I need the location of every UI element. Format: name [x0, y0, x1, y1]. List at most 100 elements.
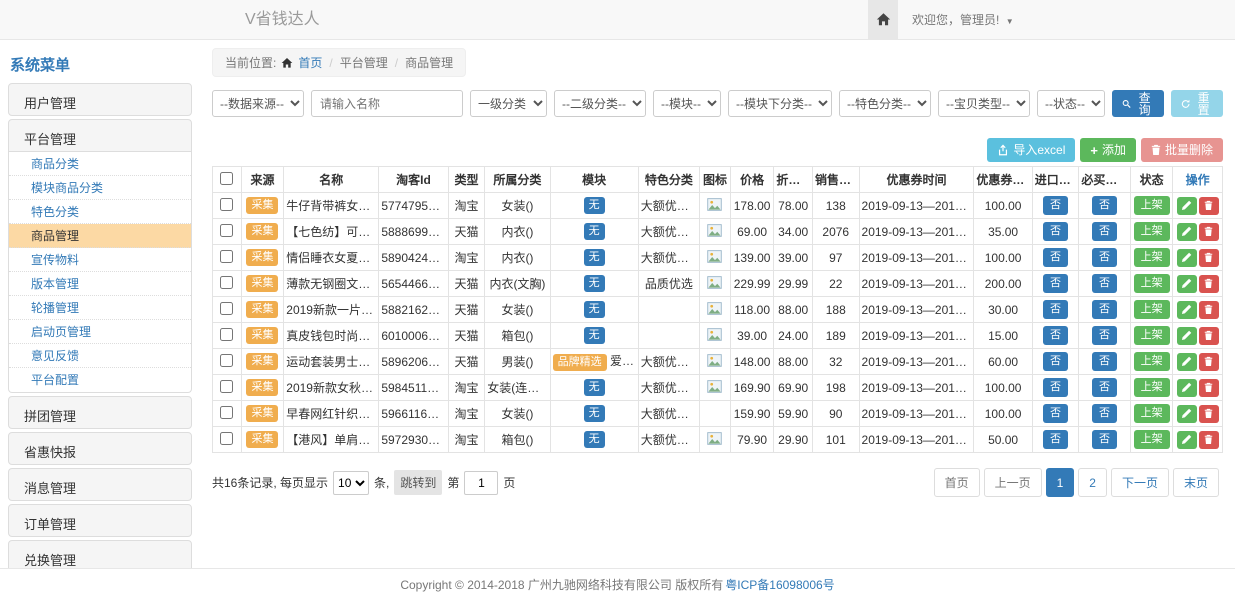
- sidebar-subitem[interactable]: 版本管理: [9, 272, 191, 296]
- row-checkbox[interactable]: [220, 432, 233, 445]
- must-buy-toggle-button[interactable]: 否: [1092, 378, 1117, 397]
- imported-toggle-button[interactable]: 否: [1043, 196, 1068, 215]
- filter-select-4[interactable]: --特色分类--: [839, 90, 931, 117]
- search-button[interactable]: 查询: [1112, 90, 1164, 117]
- icp-link[interactable]: 粤ICP备16098006号: [725, 576, 834, 593]
- edit-button[interactable]: [1177, 353, 1197, 371]
- must-buy-toggle-button[interactable]: 否: [1092, 352, 1117, 371]
- must-buy-toggle-button[interactable]: 否: [1092, 274, 1117, 293]
- row-checkbox[interactable]: [220, 276, 233, 289]
- filter-select-6[interactable]: --状态--: [1037, 90, 1105, 117]
- reset-button[interactable]: 重置: [1171, 90, 1223, 117]
- sidebar-item[interactable]: 省惠快报: [8, 432, 192, 465]
- sidebar-subitem[interactable]: 商品分类: [9, 152, 191, 176]
- row-checkbox[interactable]: [220, 380, 233, 393]
- sidebar-subitem[interactable]: 启动页管理: [9, 320, 191, 344]
- delete-button[interactable]: [1199, 405, 1219, 423]
- edit-button[interactable]: [1177, 431, 1197, 449]
- status-button[interactable]: 上架: [1134, 378, 1170, 397]
- delete-button[interactable]: [1199, 301, 1219, 319]
- sidebar-subitem[interactable]: 平台配置: [9, 368, 191, 392]
- sidebar-subitem[interactable]: 商品管理: [9, 224, 191, 248]
- row-checkbox[interactable]: [220, 250, 233, 263]
- page-button-首页[interactable]: 首页: [934, 468, 980, 497]
- imported-toggle-button[interactable]: 否: [1043, 326, 1068, 345]
- status-button[interactable]: 上架: [1134, 248, 1170, 267]
- page-button-末页[interactable]: 末页: [1173, 468, 1219, 497]
- batch-delete-button[interactable]: 批量删除: [1141, 138, 1223, 162]
- filter-select-0[interactable]: 一级分类: [470, 90, 547, 117]
- status-button[interactable]: 上架: [1134, 222, 1170, 241]
- row-checkbox[interactable]: [220, 224, 233, 237]
- row-checkbox[interactable]: [220, 302, 233, 315]
- sidebar-item-platform-mgmt[interactable]: 平台管理: [8, 119, 192, 152]
- delete-button[interactable]: [1199, 197, 1219, 215]
- must-buy-toggle-button[interactable]: 否: [1092, 430, 1117, 449]
- breadcrumb-home-link[interactable]: 首页: [298, 54, 322, 71]
- select-all-checkbox[interactable]: [220, 172, 233, 185]
- imported-toggle-button[interactable]: 否: [1043, 222, 1068, 241]
- imported-toggle-button[interactable]: 否: [1043, 404, 1068, 423]
- status-button[interactable]: 上架: [1134, 300, 1170, 319]
- filter-select-2[interactable]: --模块--: [653, 90, 721, 117]
- status-button[interactable]: 上架: [1134, 352, 1170, 371]
- filter-select-5[interactable]: --宝贝类型--: [938, 90, 1030, 117]
- source-select[interactable]: --数据来源--: [212, 90, 304, 117]
- sidebar-subitem[interactable]: 特色分类: [9, 200, 191, 224]
- sidebar-item[interactable]: 拼团管理: [8, 396, 192, 429]
- delete-button[interactable]: [1199, 275, 1219, 293]
- sidebar-item-user-mgmt[interactable]: 用户管理: [8, 83, 192, 116]
- filter-select-1[interactable]: --二级分类--: [554, 90, 646, 117]
- must-buy-toggle-button[interactable]: 否: [1092, 248, 1117, 267]
- delete-button[interactable]: [1199, 249, 1219, 267]
- imported-toggle-button[interactable]: 否: [1043, 378, 1068, 397]
- sidebar-item[interactable]: 订单管理: [8, 504, 192, 537]
- edit-button[interactable]: [1177, 197, 1197, 215]
- edit-button[interactable]: [1177, 249, 1197, 267]
- delete-button[interactable]: [1199, 431, 1219, 449]
- user-menu[interactable]: 欢迎您，管理员! ▼: [912, 11, 1014, 28]
- import-excel-button[interactable]: 导入excel: [987, 138, 1075, 162]
- filter-select-3[interactable]: --模块下分类--: [728, 90, 832, 117]
- name-input[interactable]: [311, 90, 463, 117]
- imported-toggle-button[interactable]: 否: [1043, 274, 1068, 293]
- must-buy-toggle-button[interactable]: 否: [1092, 326, 1117, 345]
- imported-toggle-button[interactable]: 否: [1043, 430, 1068, 449]
- status-button[interactable]: 上架: [1134, 430, 1170, 449]
- must-buy-toggle-button[interactable]: 否: [1092, 300, 1117, 319]
- sidebar-item[interactable]: 消息管理: [8, 468, 192, 501]
- home-button[interactable]: [868, 0, 898, 39]
- status-button[interactable]: 上架: [1134, 196, 1170, 215]
- delete-button[interactable]: [1199, 327, 1219, 345]
- imported-toggle-button[interactable]: 否: [1043, 300, 1068, 319]
- page-button-下一页[interactable]: 下一页: [1111, 468, 1169, 497]
- must-buy-toggle-button[interactable]: 否: [1092, 404, 1117, 423]
- sidebar-subitem[interactable]: 意见反馈: [9, 344, 191, 368]
- status-button[interactable]: 上架: [1134, 274, 1170, 293]
- page-button-1[interactable]: 1: [1046, 468, 1075, 497]
- sidebar-subitem[interactable]: 轮播管理: [9, 296, 191, 320]
- per-page-select[interactable]: 10: [333, 471, 369, 495]
- must-buy-toggle-button[interactable]: 否: [1092, 196, 1117, 215]
- sidebar-subitem[interactable]: 宣传物料: [9, 248, 191, 272]
- sidebar-item[interactable]: 兑换管理: [8, 540, 192, 568]
- delete-button[interactable]: [1199, 223, 1219, 241]
- sidebar-subitem[interactable]: 模块商品分类: [9, 176, 191, 200]
- page-button-2[interactable]: 2: [1078, 468, 1107, 497]
- edit-button[interactable]: [1177, 379, 1197, 397]
- status-button[interactable]: 上架: [1134, 404, 1170, 423]
- edit-button[interactable]: [1177, 223, 1197, 241]
- edit-button[interactable]: [1177, 327, 1197, 345]
- imported-toggle-button[interactable]: 否: [1043, 248, 1068, 267]
- edit-button[interactable]: [1177, 405, 1197, 423]
- row-checkbox[interactable]: [220, 406, 233, 419]
- row-checkbox[interactable]: [220, 198, 233, 211]
- add-button[interactable]: + 添加: [1080, 138, 1136, 162]
- status-button[interactable]: 上架: [1134, 326, 1170, 345]
- row-checkbox[interactable]: [220, 328, 233, 341]
- delete-button[interactable]: [1199, 379, 1219, 397]
- page-number-input[interactable]: [464, 471, 498, 495]
- must-buy-toggle-button[interactable]: 否: [1092, 222, 1117, 241]
- page-button-上一页[interactable]: 上一页: [984, 468, 1042, 497]
- edit-button[interactable]: [1177, 275, 1197, 293]
